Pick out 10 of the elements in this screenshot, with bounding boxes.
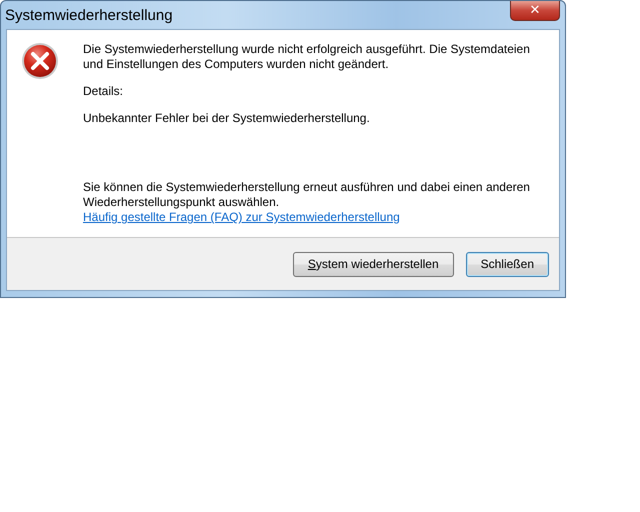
close-button[interactable]: ✕ <box>510 1 560 21</box>
error-icon <box>21 42 59 80</box>
restore-button[interactable]: System wiederherstellen <box>292 252 454 276</box>
details-text: Unbekannter Fehler bei der Systemwiederherstellung. <box>83 111 371 126</box>
window-title: Systemwiederherstellung <box>5 7 173 24</box>
close-dialog-button[interactable]: Schließen <box>466 252 549 276</box>
details-label: Details: <box>83 84 124 99</box>
faq-link[interactable]: Häufig gestellte Fragen (FAQ) zur Systemwiederherstellung <box>83 210 400 224</box>
error-message: Die Systemwiederherstellung wurde nicht erfolgreich ausgeführt. Die Systemdateien und Einstellungen des Computers wurden nicht geändert. <box>83 42 531 72</box>
hint-text: Sie können die Systemwiederherstellung erneut ausführen und dabei einen anderen Wiederherstellungspunkt auswählen. Häufig gestellte Fragen (FAQ) zur Systemwiederherstellung <box>83 180 531 225</box>
